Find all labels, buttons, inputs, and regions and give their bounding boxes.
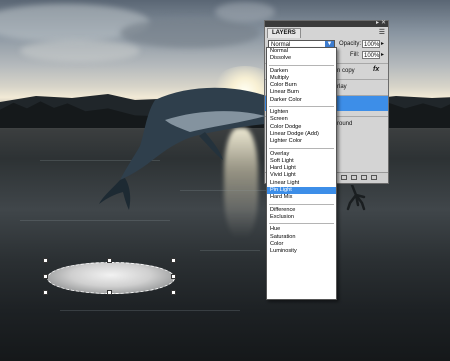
blend-option[interactable]: Pin Light [267, 187, 336, 195]
cloud [20, 40, 140, 62]
menu-separator [269, 63, 334, 66]
opacity-field[interactable]: 100% [362, 40, 380, 48]
blend-option[interactable]: Dissolve [267, 55, 336, 62]
layer-name: rlay [337, 84, 347, 90]
blend-option[interactable]: Soft Light [267, 158, 336, 165]
link-layers-icon[interactable] [341, 175, 347, 180]
fill-label: Fill: [350, 52, 360, 58]
blend-option[interactable]: Overlay [267, 151, 336, 158]
water-ripple [20, 220, 170, 221]
blend-option[interactable]: Color Dodge [267, 124, 336, 131]
new-group-icon[interactable] [351, 175, 357, 180]
fx-icon[interactable]: fx [373, 66, 379, 73]
blend-option[interactable]: Linear Dodge (Add) [267, 131, 336, 138]
opacity-arrow-icon[interactable]: ▸ [381, 40, 384, 47]
close-icon[interactable]: ✕ [381, 19, 386, 26]
trash-icon[interactable] [371, 175, 377, 180]
transform-handle[interactable] [43, 274, 48, 279]
layer-name: n copy [337, 68, 355, 74]
blend-option[interactable]: Hard Mix [267, 194, 336, 201]
blend-option[interactable]: Hue [267, 226, 336, 233]
transform-handle[interactable] [171, 258, 176, 263]
panel-titlebar[interactable]: ▸ ✕ [265, 19, 388, 27]
fill-arrow-icon[interactable]: ▸ [381, 51, 384, 58]
tab-layers[interactable]: LAYERS [267, 28, 301, 38]
blend-option[interactable]: Hard Light [267, 165, 336, 172]
panel-menu-icon[interactable]: ☰ [379, 28, 385, 36]
blend-option[interactable]: Linear Burn [267, 89, 336, 96]
fill-field[interactable]: 100% [362, 51, 380, 59]
blend-option[interactable]: Darken [267, 68, 336, 75]
blend-option[interactable]: Luminosity [267, 248, 336, 255]
blend-option[interactable]: Color Burn [267, 82, 336, 89]
cloud [120, 18, 260, 48]
blend-option[interactable]: Color [267, 241, 336, 248]
blend-option[interactable]: Normal [267, 48, 336, 55]
collapse-icon[interactable]: ▸ [376, 19, 379, 26]
blend-option[interactable]: Linear Light [267, 180, 336, 187]
blend-option[interactable]: Lighten [267, 109, 336, 116]
water-ripple [200, 250, 260, 251]
blend-mode-dropdown: Normal Dissolve Darken Multiply Color Burn Li… [266, 47, 337, 300]
menu-separator [269, 221, 334, 225]
blend-option[interactable]: Multiply [267, 75, 336, 82]
menu-separator [269, 202, 334, 205]
transform-handle[interactable] [43, 290, 48, 295]
blend-option[interactable]: Lighter Color [267, 138, 336, 145]
blend-option[interactable]: Difference [267, 207, 336, 214]
transform-handle[interactable] [171, 274, 176, 279]
water-ripple [60, 310, 240, 311]
cloud [215, 2, 275, 22]
new-layer-icon[interactable] [361, 175, 367, 180]
opacity-label: Opacity: [339, 41, 362, 47]
layer-name: round [337, 121, 353, 127]
transform-handle[interactable] [171, 290, 176, 295]
blend-option[interactable]: Exclusion [267, 214, 336, 221]
blend-option[interactable]: Vivid Light [267, 172, 336, 179]
menu-separator [269, 104, 334, 108]
hand-layer [346, 185, 366, 211]
transform-handle[interactable] [107, 290, 112, 295]
transform-handle[interactable] [107, 258, 112, 263]
blend-option[interactable]: Screen [267, 116, 336, 123]
blend-option[interactable]: Saturation [267, 234, 336, 241]
transform-handle[interactable] [43, 258, 48, 263]
menu-separator [269, 146, 334, 149]
blend-option[interactable]: Darker Color [267, 97, 336, 104]
